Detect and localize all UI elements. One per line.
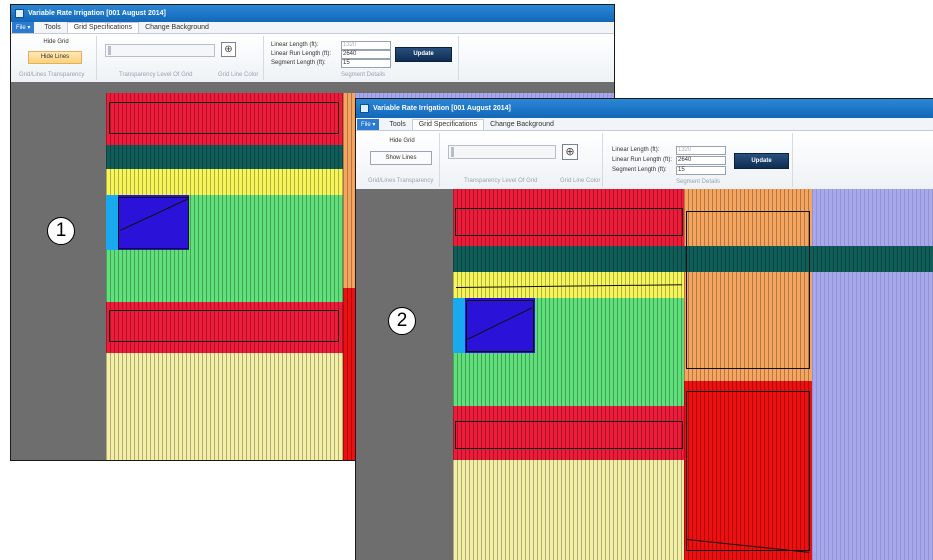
group-label-grid-lines-transparency: Grid/Lines Transparency xyxy=(19,72,85,78)
linear-length-field[interactable]: 1320 xyxy=(341,41,391,50)
separator xyxy=(439,133,440,187)
tab-tools[interactable]: Tools xyxy=(38,23,66,33)
file-menu-button[interactable]: File ▾ xyxy=(357,119,380,130)
separator xyxy=(263,36,264,80)
zone-cyan xyxy=(453,298,465,353)
field-outline xyxy=(455,208,683,236)
linear-run-length-field[interactable]: 2640 xyxy=(676,156,726,165)
zone-cyan xyxy=(106,195,118,250)
app-icon xyxy=(360,104,369,113)
linear-run-length-label: Linear Run Length (ft): xyxy=(612,157,673,163)
group-label-grid-lines-transparency: Grid/Lines Transparency xyxy=(368,178,434,184)
group-label-segment-details: Segment Details xyxy=(341,72,386,78)
window-title: Variable Rate Irrigation [001 August 201… xyxy=(373,105,511,112)
segment-length-label: Segment Length (ft): xyxy=(271,60,326,66)
tab-grid-specifications[interactable]: Grid Specifications xyxy=(411,119,485,130)
group-label-segment-details: Segment Details xyxy=(676,179,721,185)
linear-length-field[interactable]: 1320 xyxy=(676,146,726,155)
update-button[interactable]: Update xyxy=(395,47,452,62)
zone-bright-red-strip xyxy=(343,288,355,460)
group-label-transparency-level: Transparency Level Of Grid xyxy=(464,178,538,184)
linear-run-length-label: Linear Run Length (ft): xyxy=(271,51,332,57)
separator xyxy=(792,133,793,187)
field-outline xyxy=(109,102,339,134)
zone-orange-strip xyxy=(343,93,355,288)
callout-2: 2 xyxy=(388,307,416,335)
app-icon xyxy=(15,9,24,18)
transparency-slider[interactable] xyxy=(448,145,556,159)
zone-yellow xyxy=(106,169,343,195)
field-outline xyxy=(686,391,810,551)
grid-line-color-picker-icon[interactable]: ⊕ xyxy=(562,144,578,160)
separator xyxy=(96,36,97,80)
title-bar: Variable Rate Irrigation [001 August 201… xyxy=(11,5,614,22)
tab-grid-specifications[interactable]: Grid Specifications xyxy=(66,22,140,33)
window-title: Variable Rate Irrigation [001 August 201… xyxy=(28,10,166,17)
ribbon: Hide Grid Hide Lines Grid/Lines Transpar… xyxy=(11,34,614,83)
grid-canvas[interactable] xyxy=(356,189,933,560)
zone-lavender xyxy=(812,189,933,246)
group-label-grid-line-color: Grid Line Color xyxy=(560,178,601,184)
tab-change-background[interactable]: Change Background xyxy=(484,120,560,130)
file-menu-button[interactable]: File ▾ xyxy=(12,22,35,33)
separator xyxy=(602,133,603,187)
ribbon: Hide Grid Show Lines Grid/Lines Transpar… xyxy=(356,131,933,190)
show-lines-button[interactable]: Show Lines xyxy=(370,151,432,165)
menu-tabs: File ▾ Tools Grid Specifications Change … xyxy=(356,118,933,131)
field-outline xyxy=(455,421,683,449)
tab-tools[interactable]: Tools xyxy=(383,120,411,130)
zone-dark-green xyxy=(106,145,343,169)
callout-1: 1 xyxy=(47,217,75,245)
tab-change-background[interactable]: Change Background xyxy=(139,23,215,33)
separator xyxy=(458,36,459,80)
group-label-grid-line-color: Grid Line Color xyxy=(218,72,259,78)
zone-pale-yellow xyxy=(453,460,684,560)
group-label-transparency-level: Transparency Level Of Grid xyxy=(119,72,193,78)
field-outline xyxy=(466,300,534,352)
field-outline xyxy=(109,310,339,342)
segment-length-field[interactable]: 15 xyxy=(676,166,726,175)
field-outline xyxy=(118,197,189,249)
zone-pale-yellow xyxy=(106,353,343,460)
title-bar: Variable Rate Irrigation [001 August 201… xyxy=(356,99,933,118)
menu-tabs: File ▾ Tools Grid Specifications Change … xyxy=(11,22,614,34)
linear-length-label: Linear Length (ft): xyxy=(612,147,660,153)
app-window-2: Variable Rate Irrigation [001 August 201… xyxy=(355,98,933,560)
linear-length-label: Linear Length (ft): xyxy=(271,42,319,48)
field-outline xyxy=(686,211,810,369)
segment-length-label: Segment Length (ft): xyxy=(612,167,667,173)
grid-line-color-picker-icon[interactable]: ⊕ xyxy=(221,42,236,57)
hide-lines-button[interactable]: Hide Lines xyxy=(28,51,82,64)
zone-lavender xyxy=(812,272,933,560)
update-button[interactable]: Update xyxy=(734,153,789,169)
segment-length-field[interactable]: 15 xyxy=(341,59,391,68)
linear-run-length-field[interactable]: 2640 xyxy=(341,50,391,59)
transparency-slider[interactable] xyxy=(105,44,215,57)
hide-grid-button[interactable]: Hide Grid xyxy=(31,38,81,50)
hide-grid-button[interactable]: Hide Grid xyxy=(374,137,430,149)
